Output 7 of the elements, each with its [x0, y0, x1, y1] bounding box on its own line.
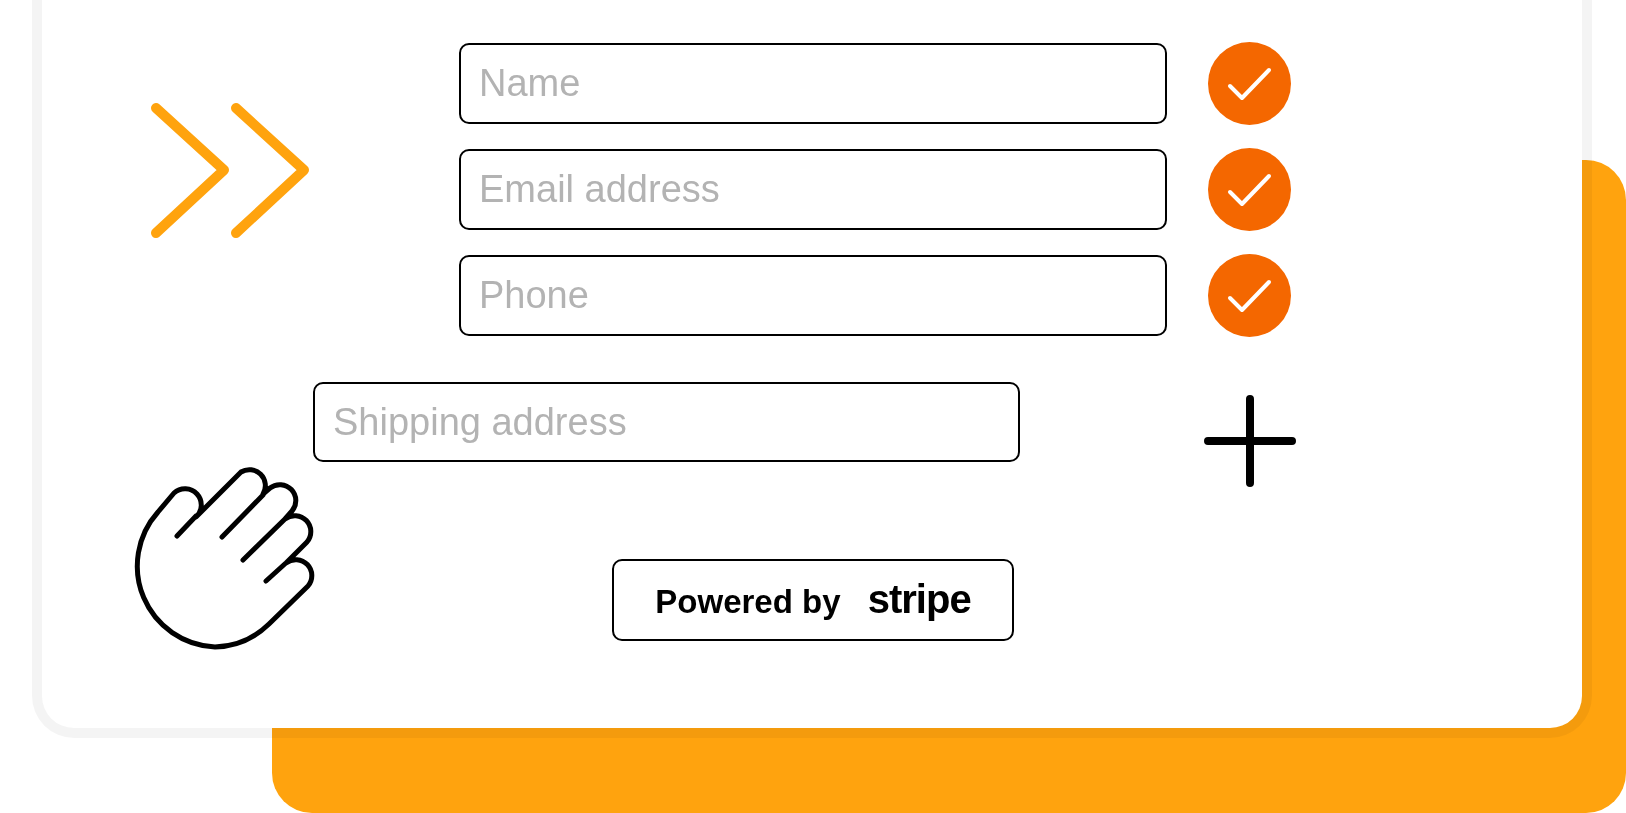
double-chevron-icon [150, 103, 310, 238]
powered-by-badge[interactable]: Powered by stripe [612, 559, 1014, 641]
input-field[interactable]: Shipping address [313, 382, 1020, 462]
input-field[interactable]: Email address [459, 149, 1167, 230]
input-field[interactable]: Phone [459, 255, 1167, 336]
plus-icon [1204, 395, 1296, 487]
input-field[interactable]: Name [459, 43, 1167, 124]
